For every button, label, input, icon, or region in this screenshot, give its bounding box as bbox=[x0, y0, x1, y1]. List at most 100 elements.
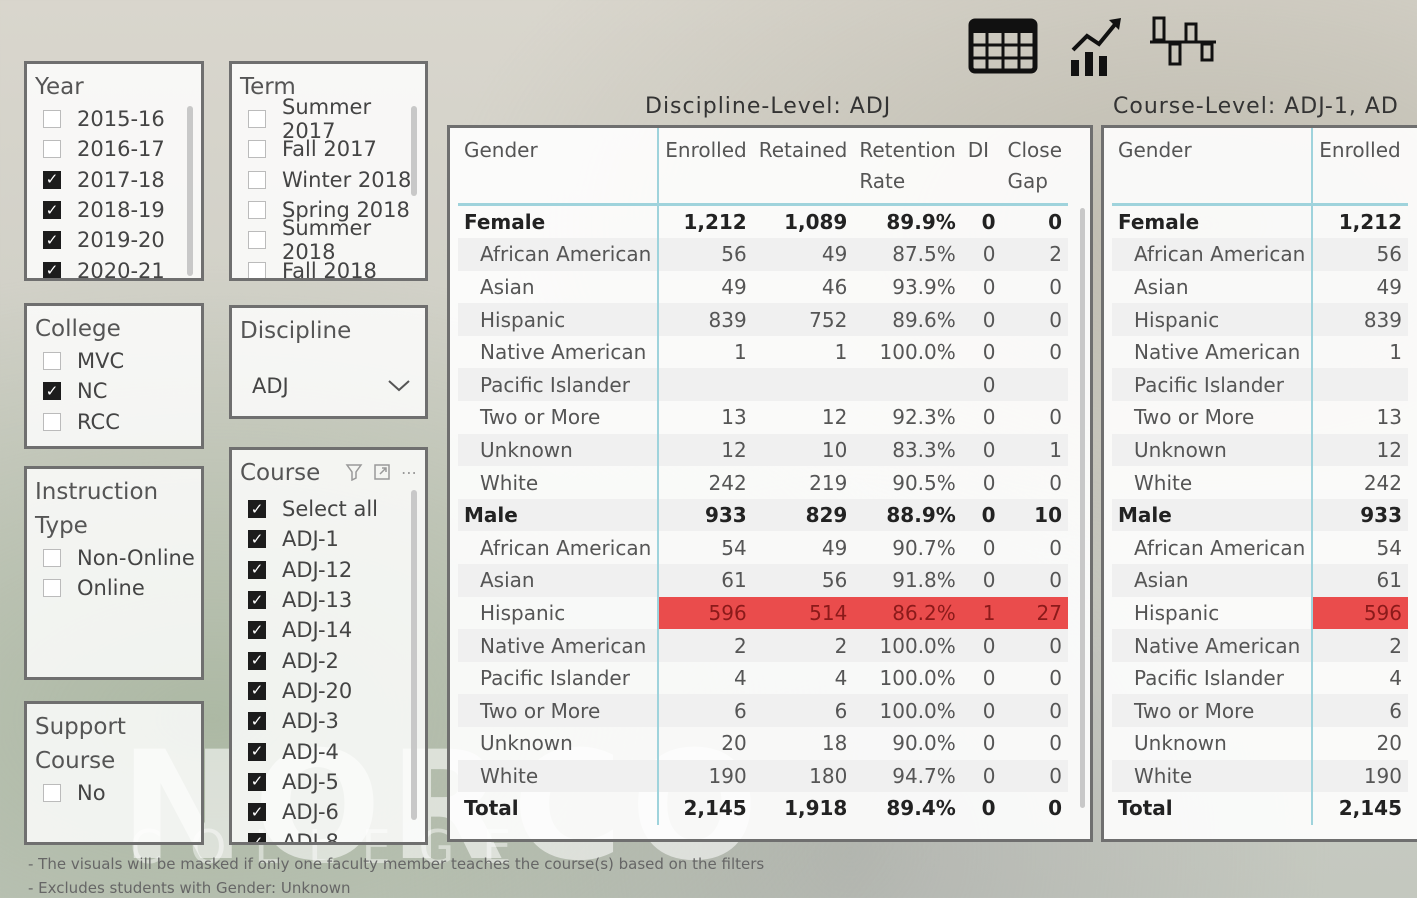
table-row[interactable]: Two or More 6 6 100.0% 0 0 bbox=[458, 694, 1068, 727]
column-header[interactable]: Gender bbox=[458, 128, 660, 206]
table-row[interactable]: White 190 bbox=[1112, 759, 1408, 793]
checkbox-checked-icon[interactable]: ✓ bbox=[248, 681, 266, 700]
column-header[interactable]: Retained bbox=[752, 128, 854, 206]
checkbox-checked-icon[interactable]: ✓ bbox=[248, 560, 266, 579]
slicer-option[interactable]: Summer 2018 bbox=[248, 216, 425, 264]
waterfall-icon[interactable] bbox=[1150, 14, 1216, 74]
group-row[interactable]: Male 933 bbox=[1112, 498, 1408, 532]
slicer-option[interactable]: ✓ NC bbox=[43, 376, 201, 406]
course-scrollbar[interactable] bbox=[411, 490, 417, 820]
table-row[interactable]: Two or More 13 12 92.3% 0 0 bbox=[458, 401, 1068, 434]
filter-icon[interactable] bbox=[345, 463, 363, 481]
slicer-option[interactable]: ✓ 2020-21 bbox=[43, 255, 201, 278]
checkbox-checked-icon[interactable]: ✓ bbox=[43, 231, 61, 250]
table-row[interactable]: Native American 1 bbox=[1112, 335, 1408, 369]
slicer-option[interactable]: ✓ ADJ-2 bbox=[248, 645, 425, 675]
checkbox-checked-icon[interactable]: ✓ bbox=[248, 591, 266, 610]
slicer-option[interactable]: ✓ Select all bbox=[248, 494, 425, 524]
slicer-option[interactable]: Summer 2017 bbox=[248, 95, 425, 143]
term-scrollbar[interactable] bbox=[411, 106, 417, 196]
discipline-dropdown[interactable]: ADJ bbox=[252, 374, 411, 398]
checkbox-icon[interactable] bbox=[43, 784, 61, 803]
slicer-option[interactable]: Winter 2018 bbox=[248, 165, 425, 195]
slicer-option[interactable]: ✓ ADJ-3 bbox=[248, 706, 425, 736]
table-row[interactable]: Hispanic 839 752 89.6% 0 0 bbox=[458, 303, 1068, 336]
chart-trend-icon[interactable] bbox=[1067, 16, 1123, 78]
group-row[interactable]: Male 933 829 88.9% 0 10 bbox=[458, 498, 1068, 532]
checkbox-icon[interactable] bbox=[43, 579, 61, 598]
checkbox-icon[interactable] bbox=[248, 261, 266, 278]
table-row[interactable]: Two or More 13 bbox=[1112, 401, 1408, 434]
slicer-option[interactable]: Online bbox=[43, 573, 201, 603]
checkbox-icon[interactable] bbox=[43, 549, 61, 568]
table-row[interactable]: Unknown 20 18 90.0% 0 0 bbox=[458, 727, 1068, 760]
slicer-option[interactable]: ✓ ADJ-12 bbox=[248, 555, 425, 585]
slicer-option[interactable]: MVC bbox=[43, 346, 201, 376]
checkbox-checked-icon[interactable]: ✓ bbox=[248, 803, 266, 822]
slicer-option[interactable]: RCC bbox=[43, 407, 201, 437]
total-row[interactable]: Total 2,145 bbox=[1112, 792, 1408, 825]
slicer-option[interactable]: ✓ ADJ-1 bbox=[248, 524, 425, 554]
table-row[interactable]: Pacific Islander bbox=[1112, 368, 1408, 402]
checkbox-icon[interactable] bbox=[248, 110, 266, 129]
checkbox-icon[interactable] bbox=[248, 231, 266, 250]
column-header[interactable]: Gender bbox=[1112, 128, 1314, 206]
year-scrollbar[interactable] bbox=[187, 106, 193, 276]
slicer-option[interactable]: ✓ ADJ-8 bbox=[248, 827, 425, 842]
table-row[interactable]: Native American 2 2 100.0% 0 0 bbox=[458, 629, 1068, 662]
checkbox-icon[interactable] bbox=[43, 140, 61, 159]
slicer-option[interactable]: ✓ ADJ-13 bbox=[248, 585, 425, 615]
table-row[interactable]: Native American 2 bbox=[1112, 629, 1408, 662]
checkbox-icon[interactable] bbox=[248, 170, 266, 189]
table-row[interactable]: White 190 180 94.7% 0 0 bbox=[458, 759, 1068, 793]
checkbox-icon[interactable] bbox=[43, 110, 61, 129]
table-row[interactable]: African American 54 49 90.7% 0 0 bbox=[458, 531, 1068, 565]
table-row[interactable]: Two or More 6 bbox=[1112, 694, 1408, 727]
group-row[interactable]: Female 1,212 bbox=[1112, 204, 1408, 239]
slicer-option[interactable]: ✓ ADJ-5 bbox=[248, 767, 425, 797]
total-row[interactable]: Total 2,145 1,918 89.4% 0 0 bbox=[458, 792, 1068, 825]
slicer-option[interactable]: 2016-17 bbox=[43, 134, 201, 164]
discipline-table-scrollbar[interactable] bbox=[1080, 208, 1085, 808]
slicer-option[interactable]: ✓ ADJ-20 bbox=[248, 676, 425, 706]
checkbox-checked-icon[interactable]: ✓ bbox=[248, 833, 266, 842]
table-icon[interactable] bbox=[968, 18, 1038, 74]
slicer-option[interactable]: Non-Online bbox=[43, 543, 201, 573]
table-row[interactable]: Asian 61 bbox=[1112, 564, 1408, 597]
checkbox-checked-icon[interactable]: ✓ bbox=[43, 201, 61, 220]
table-row[interactable]: Asian 61 56 91.8% 0 0 bbox=[458, 564, 1068, 597]
column-header[interactable]: Retention Rate bbox=[853, 128, 962, 206]
slicer-option[interactable]: ✓ ADJ-6 bbox=[248, 797, 425, 827]
checkbox-checked-icon[interactable]: ✓ bbox=[43, 170, 61, 189]
checkbox-checked-icon[interactable]: ✓ bbox=[248, 742, 266, 761]
table-row[interactable]: African American 56 bbox=[1112, 238, 1408, 271]
slicer-option[interactable]: 2015-16 bbox=[43, 104, 201, 134]
table-row[interactable]: White 242 219 90.5% 0 0 bbox=[458, 466, 1068, 499]
table-row[interactable]: Native American 1 1 100.0% 0 0 bbox=[458, 335, 1068, 369]
table-row[interactable]: Asian 49 46 93.9% 0 0 bbox=[458, 270, 1068, 304]
column-header[interactable]: Close Gap bbox=[1001, 128, 1068, 206]
checkbox-icon[interactable] bbox=[43, 412, 61, 431]
checkbox-checked-icon[interactable]: ✓ bbox=[248, 530, 266, 549]
slicer-option[interactable]: ✓ 2019-20 bbox=[43, 225, 201, 255]
checkbox-checked-icon[interactable]: ✓ bbox=[43, 382, 61, 401]
table-row[interactable]: Hispanic 839 bbox=[1112, 303, 1408, 336]
group-row[interactable]: Female 1,212 1,089 89.9% 0 0 bbox=[458, 204, 1068, 239]
checkbox-checked-icon[interactable]: ✓ bbox=[248, 500, 266, 519]
checkbox-checked-icon[interactable]: ✓ bbox=[248, 621, 266, 640]
table-row[interactable]: Asian 49 bbox=[1112, 270, 1408, 304]
checkbox-checked-icon[interactable]: ✓ bbox=[43, 261, 61, 278]
column-header[interactable]: DI bbox=[961, 128, 1002, 206]
table-row[interactable]: Pacific Islander 0 bbox=[458, 368, 1068, 402]
column-header[interactable]: Enrolled bbox=[1312, 128, 1408, 206]
checkbox-checked-icon[interactable]: ✓ bbox=[248, 772, 266, 791]
checkbox-checked-icon[interactable]: ✓ bbox=[248, 651, 266, 670]
table-row[interactable]: African American 54 bbox=[1112, 531, 1408, 565]
table-row[interactable]: Unknown 12 10 83.3% 0 1 bbox=[458, 433, 1068, 467]
column-header[interactable]: Enrolled bbox=[658, 128, 753, 206]
checkbox-icon[interactable] bbox=[248, 140, 266, 159]
more-options-icon[interactable]: ⋯ bbox=[401, 463, 417, 482]
table-row[interactable]: Unknown 12 bbox=[1112, 433, 1408, 467]
table-row[interactable]: Pacific Islander 4 4 100.0% 0 0 bbox=[458, 661, 1068, 695]
table-row[interactable]: White 242 bbox=[1112, 466, 1408, 499]
